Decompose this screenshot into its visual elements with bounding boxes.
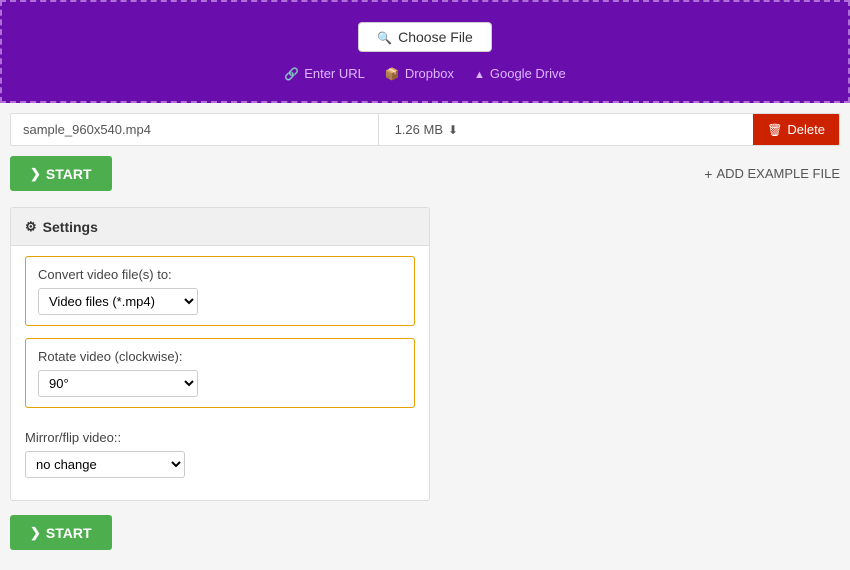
rotate-label: Rotate video (clockwise):: [38, 349, 402, 364]
convert-select[interactable]: Video files (*.mp4) Video files (*.avi) …: [38, 288, 198, 315]
enter-url-button[interactable]: Enter URL: [284, 66, 365, 81]
mirror-select[interactable]: no change flip horizontal flip vertical: [25, 451, 185, 478]
settings-body: Convert video file(s) to: Video files (*…: [11, 246, 429, 500]
google-drive-button[interactable]: Google Drive: [474, 66, 566, 81]
mirror-label: Mirror/flip video::: [25, 430, 415, 445]
bottom-action-bar: START: [10, 515, 840, 550]
main-content: sample_960x540.mp4 1.26 MB Delete START …: [0, 113, 850, 570]
search-icon: [377, 29, 392, 45]
delete-label: Delete: [787, 122, 825, 137]
dropbox-button[interactable]: Dropbox: [385, 66, 454, 81]
start-button-bottom[interactable]: START: [10, 515, 112, 550]
file-info-bar: sample_960x540.mp4 1.26 MB Delete: [10, 113, 840, 146]
settings-panel: Settings Convert video file(s) to: Video…: [10, 207, 430, 501]
add-example-button[interactable]: ADD EXAMPLE FILE: [704, 166, 840, 182]
start-label: START: [46, 166, 92, 182]
chevron-icon: [30, 165, 41, 182]
convert-label: Convert video file(s) to:: [38, 267, 402, 282]
upload-area: Choose File Enter URL Dropbox Google Dri…: [0, 0, 850, 103]
gear-icon: [25, 218, 37, 235]
chevron-icon-bottom: [30, 524, 41, 541]
settings-header: Settings: [11, 208, 429, 246]
top-action-bar: START ADD EXAMPLE FILE: [10, 156, 840, 191]
dropbox-icon: [385, 66, 400, 81]
link-icon: [284, 66, 299, 81]
file-name: sample_960x540.mp4: [11, 114, 379, 145]
start-label-bottom: START: [46, 525, 92, 541]
download-icon: [448, 122, 458, 137]
rotate-select[interactable]: 0° 90° 180° 270°: [38, 370, 198, 397]
choose-file-label: Choose File: [398, 29, 473, 45]
convert-setting-group: Convert video file(s) to: Video files (*…: [25, 256, 415, 326]
mirror-setting-group: Mirror/flip video:: no change flip horiz…: [25, 420, 415, 482]
choose-file-button[interactable]: Choose File: [358, 22, 492, 52]
google-drive-label: Google Drive: [490, 66, 566, 81]
google-drive-icon: [474, 66, 485, 81]
upload-options: Enter URL Dropbox Google Drive: [284, 66, 566, 81]
file-size: 1.26 MB: [379, 114, 754, 145]
trash-icon: [767, 122, 782, 137]
dropbox-label: Dropbox: [405, 66, 454, 81]
enter-url-label: Enter URL: [304, 66, 365, 81]
add-example-label: ADD EXAMPLE FILE: [716, 166, 840, 181]
settings-title: Settings: [43, 219, 98, 235]
plus-icon: [704, 166, 712, 182]
delete-button[interactable]: Delete: [753, 114, 839, 145]
rotate-setting-group: Rotate video (clockwise): 0° 90° 180° 27…: [25, 338, 415, 408]
start-button-top[interactable]: START: [10, 156, 112, 191]
